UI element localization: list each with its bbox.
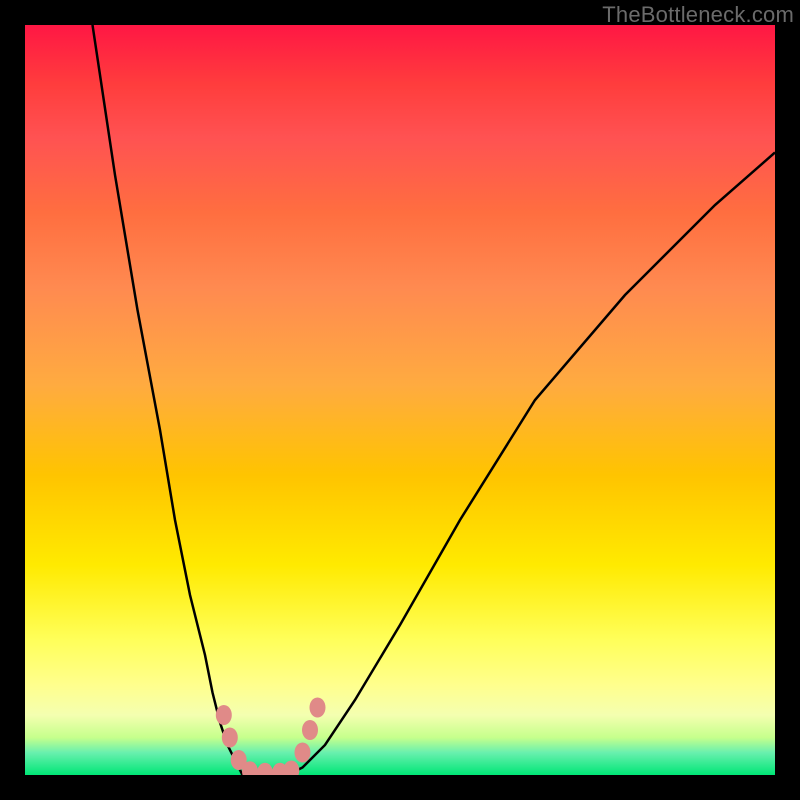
watermark-text: TheBottleneck.com — [602, 2, 794, 28]
bead-marker — [310, 698, 326, 718]
bead-marker — [283, 761, 299, 776]
marker-beads — [216, 698, 326, 776]
bead-marker — [222, 728, 238, 748]
bead-marker — [216, 705, 232, 725]
bead-marker — [295, 743, 311, 763]
bead-marker — [257, 763, 273, 775]
bottleneck-curve — [93, 25, 776, 775]
bead-marker — [302, 720, 318, 740]
chart-svg — [25, 25, 775, 775]
chart-frame: TheBottleneck.com — [0, 0, 800, 800]
plot-area — [25, 25, 775, 775]
